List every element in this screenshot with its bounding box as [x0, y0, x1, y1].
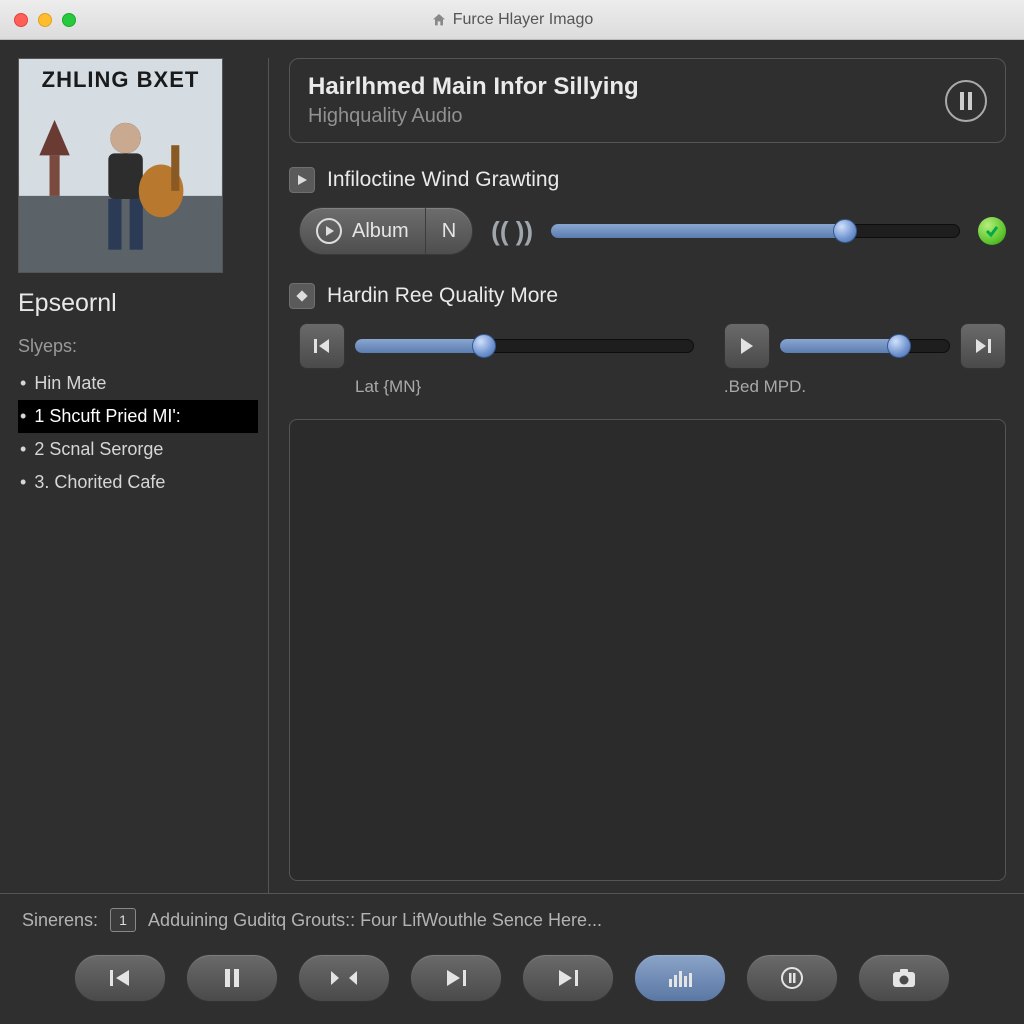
shuffle-icon [331, 968, 357, 988]
tb-eq-button[interactable] [634, 954, 726, 1002]
status-bar: Sinerens: 1 Adduining Guditq Grouts:: Fo… [0, 893, 1024, 942]
n-button[interactable]: N [425, 208, 472, 254]
album-play-button[interactable]: Album [300, 208, 425, 254]
track-a-prev-button[interactable] [299, 323, 345, 369]
play-small-icon[interactable] [289, 167, 315, 193]
section-1-header: Infiloctine Wind Grawting [289, 167, 1006, 193]
track-list: Hin Mate 1 Shcuft Pried MI': 2 Scnal Ser… [18, 367, 258, 499]
tb-shuffle-button[interactable] [298, 954, 390, 1002]
home-icon [431, 12, 447, 28]
stop-circle-icon [780, 966, 804, 990]
minimize-window-icon[interactable] [38, 13, 52, 27]
bottom-toolbar [0, 942, 1024, 1024]
tb-camera-button[interactable] [858, 954, 950, 1002]
pause-icon [224, 968, 240, 988]
vertical-divider [268, 58, 269, 893]
skip-back-icon [313, 337, 331, 355]
close-window-icon[interactable] [14, 13, 28, 27]
main-panel: Hairlhmed Main Infor Sillying Highqualit… [289, 58, 1006, 893]
tb-next2-button[interactable] [522, 954, 614, 1002]
volume-slider[interactable] [551, 222, 960, 240]
now-playing-header: Hairlhmed Main Infor Sillying Highqualit… [289, 58, 1006, 143]
sidebar-list-header: Slyeps: [18, 336, 258, 357]
tb-pause-button[interactable] [186, 954, 278, 1002]
track-b-next-button[interactable] [960, 323, 1006, 369]
album-art[interactable]: ZHLING BXET [18, 58, 223, 273]
camera-icon [892, 968, 916, 988]
track-item[interactable]: 1 Shcuft Pried MI': [18, 400, 258, 433]
skip-back-icon [109, 968, 131, 988]
status-text: Adduining Guditq Grouts:: Four LifWouthl… [148, 910, 602, 931]
status-chip[interactable]: 1 [110, 908, 136, 932]
equalizer-icon [668, 969, 692, 987]
track-item[interactable]: 3. Chorited Cafe [18, 466, 258, 499]
visualizer-panel [289, 419, 1006, 881]
pause-icon [958, 92, 974, 110]
track-a-label: Lat {MN} [299, 377, 694, 397]
tracks-controls: Lat {MN} [289, 323, 1006, 397]
status-label: Sinerens: [22, 910, 98, 931]
traffic-lights [14, 13, 76, 27]
window-title: Furce Hlayer Imago [0, 11, 1024, 29]
section-2-header: Hardin Ree Quality More [289, 283, 1006, 309]
skip-forward-icon [557, 968, 579, 988]
header-pause-button[interactable] [945, 80, 987, 122]
volume-row: Album N (( )) [289, 207, 1006, 255]
check-icon [978, 217, 1006, 245]
track-item[interactable]: 2 Scnal Serorge [18, 433, 258, 466]
tb-stop-circle-button[interactable] [746, 954, 838, 1002]
skip-forward-icon [445, 968, 467, 988]
track-b-label: .Bed MPD. [724, 377, 1006, 397]
diamond-icon[interactable] [289, 283, 315, 309]
titlebar: Furce Hlayer Imago [0, 0, 1024, 40]
app-window: Furce Hlayer Imago ZHLING BXET [0, 0, 1024, 1024]
sidebar: ZHLING BXET Epseornl Slyeps: [18, 58, 258, 893]
play-icon [324, 226, 334, 236]
zoom-window-icon[interactable] [62, 13, 76, 27]
play-icon [740, 338, 754, 354]
speaker-icon: (( )) [491, 216, 533, 247]
album-pill: Album N [299, 207, 473, 255]
tb-prev-button[interactable] [74, 954, 166, 1002]
track-subtitle: Highquality Audio [308, 105, 639, 128]
app-body: ZHLING BXET Epseornl Slyeps: [0, 40, 1024, 893]
skip-forward-icon [974, 337, 992, 355]
tb-next-button[interactable] [410, 954, 502, 1002]
track-title: Hairlhmed Main Infor Sillying [308, 73, 639, 101]
track-b-slider[interactable] [780, 337, 950, 355]
section-1-label: Infiloctine Wind Grawting [327, 168, 559, 192]
track-a-slider[interactable] [355, 337, 694, 355]
track-item[interactable]: Hin Mate [18, 367, 258, 400]
section-2-label: Hardin Ree Quality More [327, 284, 558, 308]
sidebar-title: Epseornl [18, 289, 258, 318]
album-button-label: Album [352, 220, 409, 243]
album-banner-text: ZHLING BXET [19, 67, 222, 93]
track-b-play-button[interactable] [724, 323, 770, 369]
